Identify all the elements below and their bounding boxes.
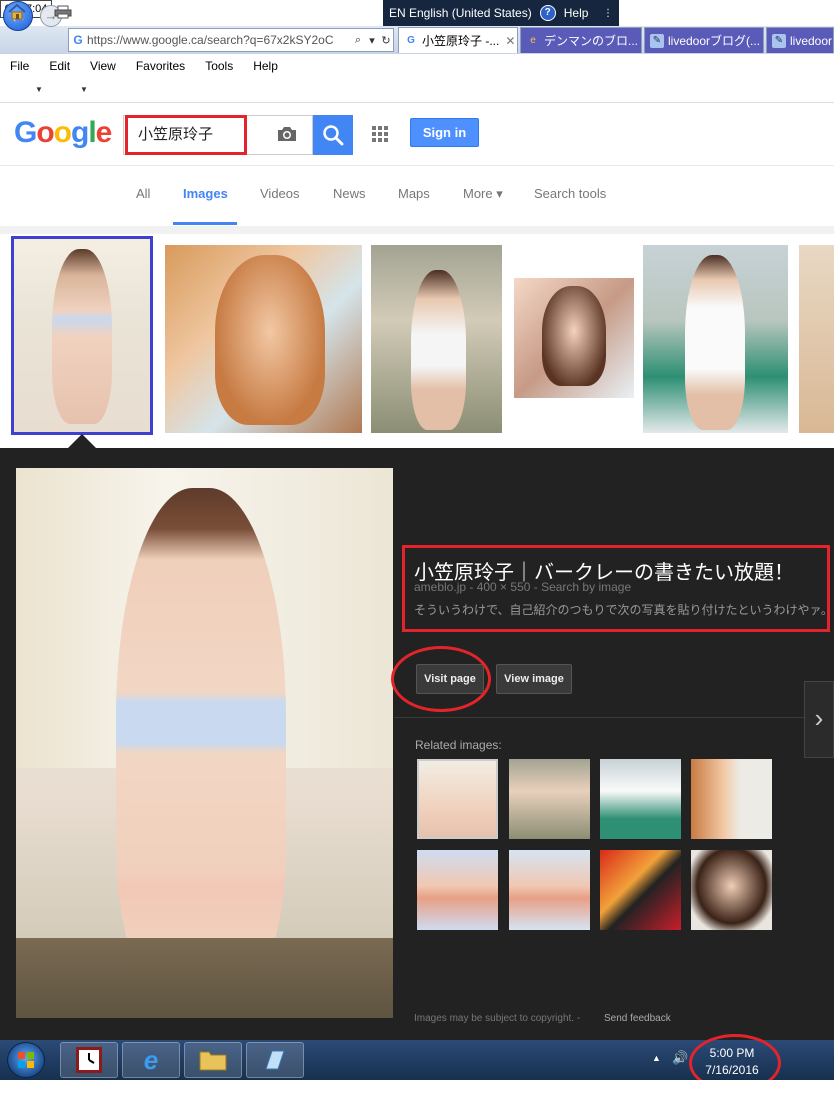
taskbar-internet-explorer[interactable]: e bbox=[122, 1042, 180, 1078]
related-image-4[interactable] bbox=[691, 759, 772, 839]
google-favicon-icon: G bbox=[73, 33, 83, 47]
header-divider bbox=[0, 165, 834, 166]
screen-bottom-margin bbox=[0, 1080, 834, 1100]
search-input[interactable]: 小笠原玲子 bbox=[125, 115, 247, 155]
search-button[interactable] bbox=[313, 115, 353, 155]
related-image-7[interactable] bbox=[600, 850, 681, 930]
tab-label: 小笠原玲子 -... bbox=[422, 34, 500, 48]
tab-videos[interactable]: Videos bbox=[260, 186, 300, 201]
tab-news[interactable]: News bbox=[333, 186, 366, 201]
related-image-8[interactable] bbox=[691, 850, 772, 930]
print-dropdown-icon[interactable]: ▼ bbox=[80, 85, 88, 94]
menu-view[interactable]: View bbox=[80, 56, 126, 76]
image-result-2[interactable] bbox=[165, 245, 362, 433]
close-tab-icon[interactable]: ✕ bbox=[505, 34, 515, 48]
preview-description: そういうわけで、自己紹介のつもりで次の写真を貼り付けたというわけやァ。 bbox=[414, 603, 833, 617]
help-label[interactable]: Help bbox=[564, 6, 589, 20]
tab-label: デンマンのブロ... bbox=[544, 34, 639, 48]
image-result-1[interactable] bbox=[11, 236, 153, 435]
image-result-3[interactable] bbox=[371, 245, 502, 433]
language-bar[interactable]: EN English (United States) ? Help ⋮ bbox=[383, 0, 619, 26]
livedoor-tab-icon: ✎ bbox=[650, 33, 664, 48]
help-icon[interactable]: ? bbox=[539, 5, 556, 21]
clock-app-icon bbox=[76, 1047, 102, 1073]
image-result-5[interactable] bbox=[643, 245, 788, 433]
home-icon[interactable] bbox=[8, 4, 26, 20]
windows-logo-icon bbox=[18, 1052, 34, 1068]
tab-google-search[interactable]: G 小笠原玲子 -... ✕ bbox=[398, 27, 518, 53]
search-address-icon[interactable]: ⌕ bbox=[351, 34, 365, 47]
volume-icon[interactable]: 🔊 bbox=[672, 1050, 688, 1066]
image-result-4[interactable] bbox=[514, 278, 634, 398]
livedoor-tab-icon: ✎ bbox=[772, 33, 786, 48]
command-bar bbox=[0, 77, 834, 103]
tab-denman-blog[interactable]: e デンマンのブロ... bbox=[520, 27, 642, 53]
send-feedback-link[interactable]: Send feedback bbox=[604, 1013, 671, 1024]
menu-favorites[interactable]: Favorites bbox=[126, 56, 195, 76]
sign-in-button[interactable]: Sign in bbox=[410, 118, 479, 147]
show-hidden-icons-icon[interactable]: ▲ bbox=[652, 1053, 661, 1063]
taskbar-file-explorer[interactable] bbox=[184, 1042, 242, 1078]
preview-meta[interactable]: ameblo.jp - 400 × 550 - Search by image bbox=[414, 580, 631, 594]
next-image-arrow[interactable]: › bbox=[804, 681, 834, 758]
ie-tab-icon: e bbox=[530, 34, 536, 46]
copyright-note: Images may be subject to copyright. - bbox=[414, 1013, 581, 1024]
related-image-5[interactable] bbox=[417, 850, 498, 930]
tab-livedoor[interactable]: ✎ livedoor bbox=[766, 27, 834, 53]
search-icon bbox=[323, 125, 344, 146]
image-result-6[interactable] bbox=[799, 245, 834, 433]
related-images-label: Related images: bbox=[415, 738, 502, 752]
preview-image[interactable] bbox=[16, 468, 393, 1018]
print-icon[interactable] bbox=[54, 5, 72, 19]
menu-bar: File Edit View Favorites Tools Help bbox=[0, 56, 834, 76]
language-bar-grip-icon[interactable]: ⋮ bbox=[603, 8, 613, 19]
camera-icon[interactable] bbox=[276, 125, 298, 143]
tab-search-tools[interactable]: Search tools bbox=[534, 186, 606, 201]
related-image-1[interactable] bbox=[417, 759, 498, 839]
taskbar-notepad-app[interactable] bbox=[246, 1042, 304, 1078]
google-tab-icon: G bbox=[407, 34, 415, 46]
home-dropdown-icon[interactable]: ▼ bbox=[35, 85, 43, 94]
folder-icon bbox=[199, 1051, 227, 1071]
google-logo[interactable]: Google bbox=[14, 116, 112, 150]
refresh-icon[interactable]: ↻ bbox=[379, 34, 393, 47]
internet-explorer-icon: e bbox=[143, 1044, 159, 1075]
address-url[interactable]: https://www.google.ca/search?q=67x2kSY2o… bbox=[87, 33, 351, 47]
tab-all[interactable]: All bbox=[136, 186, 150, 201]
tab-more[interactable]: More ▾ bbox=[463, 186, 503, 202]
start-button[interactable] bbox=[7, 1042, 45, 1078]
tab-images[interactable]: Images bbox=[183, 186, 228, 201]
taskbar-clock-app[interactable] bbox=[60, 1042, 118, 1078]
address-bar[interactable]: G https://www.google.ca/search?q=67x2kSY… bbox=[68, 28, 394, 52]
menu-tools[interactable]: Tools bbox=[195, 56, 243, 76]
menu-edit[interactable]: Edit bbox=[39, 56, 80, 76]
selected-image-pointer bbox=[68, 434, 96, 448]
results-separator bbox=[0, 226, 834, 234]
tab-maps[interactable]: Maps bbox=[398, 186, 430, 201]
panel-divider bbox=[394, 717, 834, 718]
active-tab-indicator bbox=[173, 222, 237, 225]
tab-label: livedoor bbox=[790, 33, 833, 48]
related-image-6[interactable] bbox=[509, 850, 590, 930]
menu-file[interactable]: File bbox=[0, 56, 39, 76]
view-image-button[interactable]: View image bbox=[496, 664, 572, 694]
language-label[interactable]: EN English (United States) bbox=[389, 6, 532, 20]
apps-grid-icon[interactable] bbox=[371, 125, 389, 143]
menu-help[interactable]: Help bbox=[243, 56, 288, 76]
related-image-3[interactable] bbox=[600, 759, 681, 839]
tab-label: livedoorブログ(... bbox=[668, 34, 761, 48]
tab-livedoor-blog[interactable]: ✎ livedoorブログ(... bbox=[644, 27, 764, 53]
notepad-icon bbox=[265, 1050, 285, 1070]
related-image-2[interactable] bbox=[509, 759, 590, 839]
address-dropdown-icon[interactable]: ▾ bbox=[365, 34, 379, 47]
copyright-text: Images may be subject to copyright. bbox=[414, 1013, 575, 1024]
visit-page-highlight-circle bbox=[391, 646, 491, 712]
